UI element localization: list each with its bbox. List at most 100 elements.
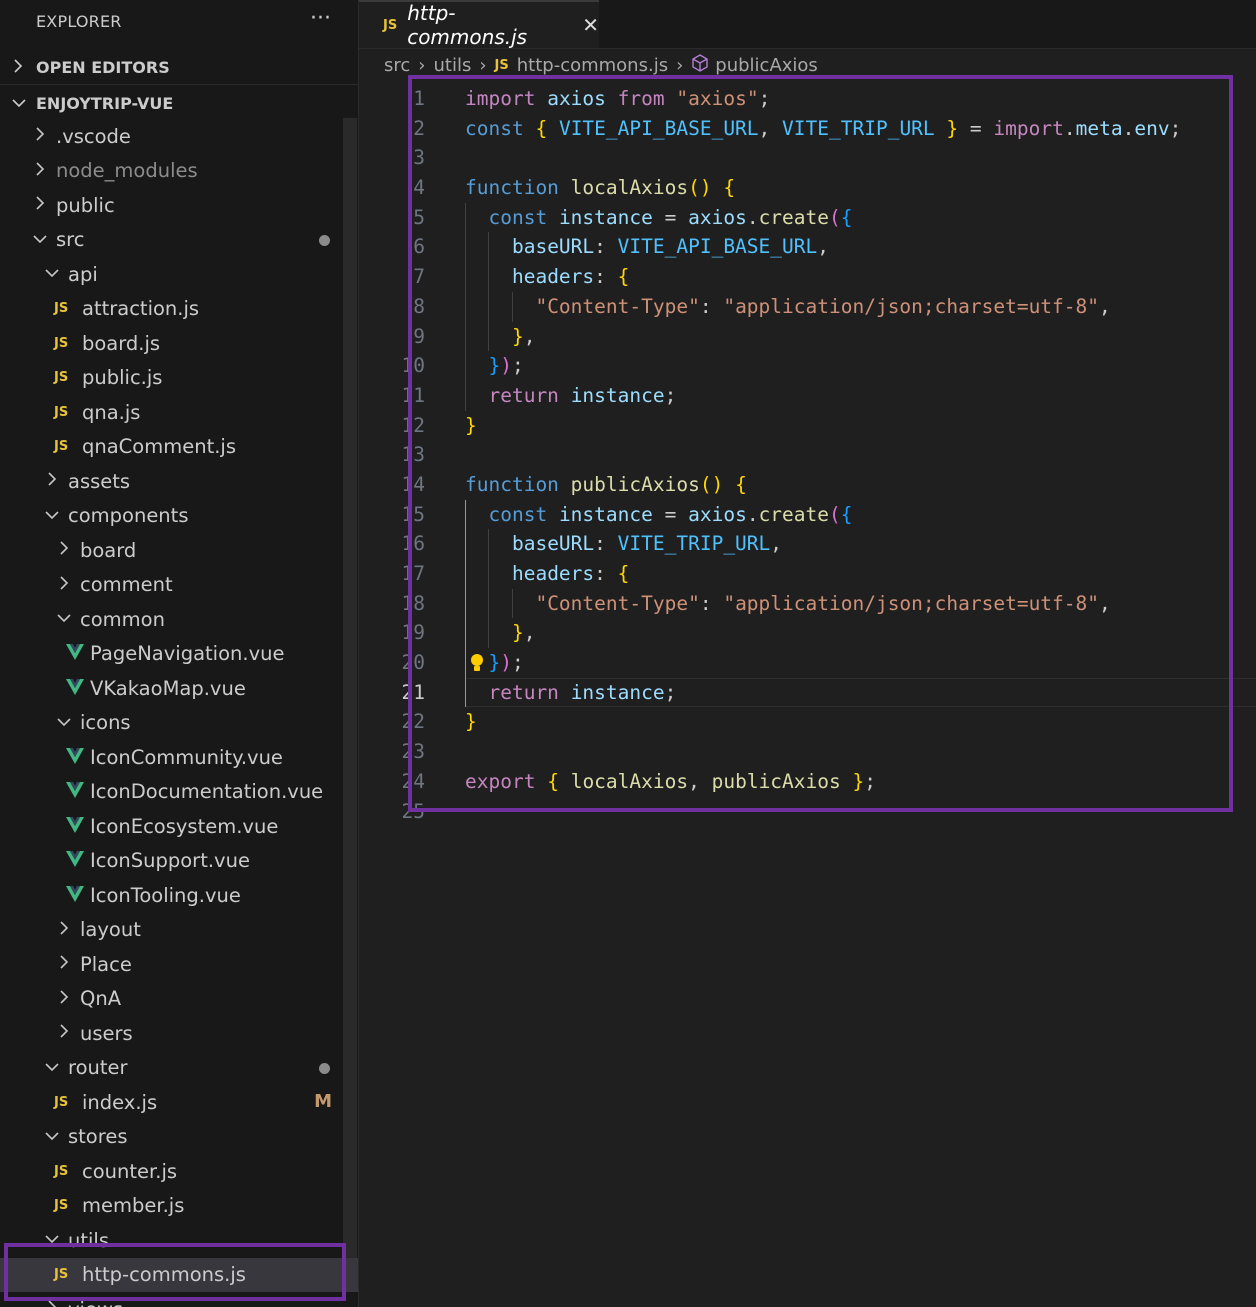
- tree-item-label: icons: [80, 711, 131, 735]
- breadcrumb-symbol[interactable]: publicAxios: [715, 55, 818, 76]
- tree-file[interactable]: IconCommunity.vue: [0, 740, 358, 775]
- chevron-right-icon: [54, 1023, 74, 1043]
- tree-item-label: api: [68, 262, 98, 286]
- chevron-down-icon: [54, 713, 74, 733]
- tree-folder[interactable]: .vscode: [0, 119, 358, 154]
- tree-item-label: node_modules: [56, 159, 198, 183]
- breadcrumb-file[interactable]: http-commons.js: [517, 55, 668, 76]
- vue-file-icon: [66, 815, 84, 838]
- tree-item-label: assets: [68, 469, 131, 493]
- tree-folder[interactable]: router: [0, 1051, 358, 1086]
- tree-folder[interactable]: QnA: [0, 982, 358, 1017]
- tree-folder[interactable]: Place: [0, 947, 358, 982]
- tab-http-commons[interactable]: JS http-commons.js ✕: [359, 0, 599, 49]
- tree-folder[interactable]: users: [0, 1016, 358, 1051]
- vue-file-icon: [66, 849, 84, 872]
- tree-item-label: IconCommunity.vue: [90, 745, 283, 769]
- open-editors-label: OPEN EDITORS: [36, 57, 170, 77]
- chevron-right-icon: ›: [676, 55, 684, 76]
- project-label: ENJOYTRIP-VUE: [36, 93, 174, 113]
- chevron-down-icon: [42, 264, 62, 284]
- js-file-icon: JS: [54, 439, 69, 455]
- tree-item-label: src: [56, 228, 85, 252]
- chevron-down-icon: [30, 230, 50, 250]
- tree-file[interactable]: VKakaoMap.vue: [0, 671, 358, 706]
- tree-folder[interactable]: icons: [0, 706, 358, 741]
- tree-item-label: VKakaoMap.vue: [90, 676, 246, 700]
- tree-item-label: public: [56, 193, 115, 217]
- tree-file[interactable]: IconEcosystem.vue: [0, 809, 358, 844]
- tree-item-label: attraction.js: [82, 297, 200, 321]
- tree-item-label: member.js: [82, 1194, 185, 1218]
- code-highlight-box: [408, 75, 1233, 812]
- chevron-right-icon: ›: [479, 55, 487, 76]
- tree-file[interactable]: IconDocumentation.vue: [0, 775, 358, 810]
- tree-folder[interactable]: stores: [0, 1120, 358, 1155]
- js-file-icon: JS: [383, 17, 398, 33]
- modified-dot-icon: [319, 1062, 330, 1074]
- chevron-down-icon: [12, 94, 28, 113]
- tree-folder[interactable]: common: [0, 602, 358, 637]
- tree-folder[interactable]: api: [0, 257, 358, 292]
- tree-item-label: IconDocumentation.vue: [90, 780, 324, 804]
- chevron-right-icon: [54, 575, 74, 595]
- vue-file-icon: [66, 746, 84, 769]
- tree-folder[interactable]: board: [0, 533, 358, 568]
- tree-item-label: counter.js: [82, 1159, 178, 1183]
- sidebar-scrollbar[interactable]: [343, 118, 357, 1258]
- open-editors-section[interactable]: OPEN EDITORS: [0, 50, 358, 84]
- tree-item-label: Place: [80, 952, 132, 976]
- close-icon[interactable]: ✕: [582, 13, 599, 37]
- js-file-icon: JS: [54, 404, 69, 420]
- vue-file-icon: [66, 780, 84, 803]
- js-file-icon: JS: [54, 1198, 69, 1214]
- chevron-right-icon: [30, 195, 50, 215]
- tree-folder[interactable]: assets: [0, 464, 358, 499]
- tree-file[interactable]: IconSupport.vue: [0, 844, 358, 879]
- tree-folder[interactable]: components: [0, 499, 358, 534]
- tree-file[interactable]: JS member.js: [0, 1189, 358, 1224]
- tree-file[interactable]: IconTooling.vue: [0, 878, 358, 913]
- tree-file[interactable]: JS board.js: [0, 326, 358, 361]
- tree-item-label: users: [80, 1021, 133, 1045]
- tree-file[interactable]: JS counter.js: [0, 1154, 358, 1189]
- tree-item-label: board: [80, 538, 137, 562]
- chevron-right-icon: [54, 920, 74, 940]
- chevron-right-icon: [54, 954, 74, 974]
- chevron-right-icon: [42, 471, 62, 491]
- tree-item-label: .vscode: [56, 124, 131, 148]
- js-file-icon: JS: [54, 335, 69, 351]
- tree-folder[interactable]: public: [0, 188, 358, 223]
- tree-file[interactable]: JS qnaComment.js: [0, 430, 358, 465]
- chevron-right-icon: [12, 58, 28, 77]
- tree-item-label: board.js: [82, 331, 161, 355]
- tree-folder[interactable]: layout: [0, 913, 358, 948]
- tree-file[interactable]: JS index.js M: [0, 1085, 358, 1120]
- file-tree: .vscode node_modules public src api JS attract…: [0, 119, 358, 1307]
- breadcrumb-utils[interactable]: utils: [433, 55, 471, 76]
- sidebar-highlight-box: [4, 1243, 346, 1301]
- chevron-right-icon: [30, 126, 50, 146]
- tree-folder[interactable]: src: [0, 223, 358, 258]
- breadcrumb-src[interactable]: src: [384, 55, 410, 76]
- tree-file[interactable]: PageNavigation.vue: [0, 637, 358, 672]
- tree-item-label: IconTooling.vue: [90, 883, 241, 907]
- explorer-title: EXPLORER: [36, 12, 122, 31]
- tree-item-label: index.js: [82, 1090, 158, 1114]
- tree-file[interactable]: JS public.js: [0, 361, 358, 396]
- tree-item-label: PageNavigation.vue: [90, 642, 285, 666]
- tree-folder[interactable]: comment: [0, 568, 358, 603]
- vue-file-icon: [66, 884, 84, 907]
- more-actions-icon[interactable]: ···: [310, 6, 331, 31]
- project-section[interactable]: ENJOYTRIP-VUE: [0, 86, 358, 120]
- method-symbol-icon: [691, 54, 709, 77]
- tree-file[interactable]: JS attraction.js: [0, 292, 358, 327]
- chevron-down-icon: [42, 1127, 62, 1147]
- tab-bar: JS http-commons.js ✕: [359, 0, 1256, 49]
- tree-item-label: IconSupport.vue: [90, 849, 250, 873]
- tab-label: http-commons.js: [407, 1, 528, 49]
- tree-file[interactable]: JS qna.js: [0, 395, 358, 430]
- tree-folder[interactable]: node_modules: [0, 154, 358, 189]
- tree-item-label: QnA: [80, 987, 122, 1011]
- chevron-right-icon: [54, 540, 74, 560]
